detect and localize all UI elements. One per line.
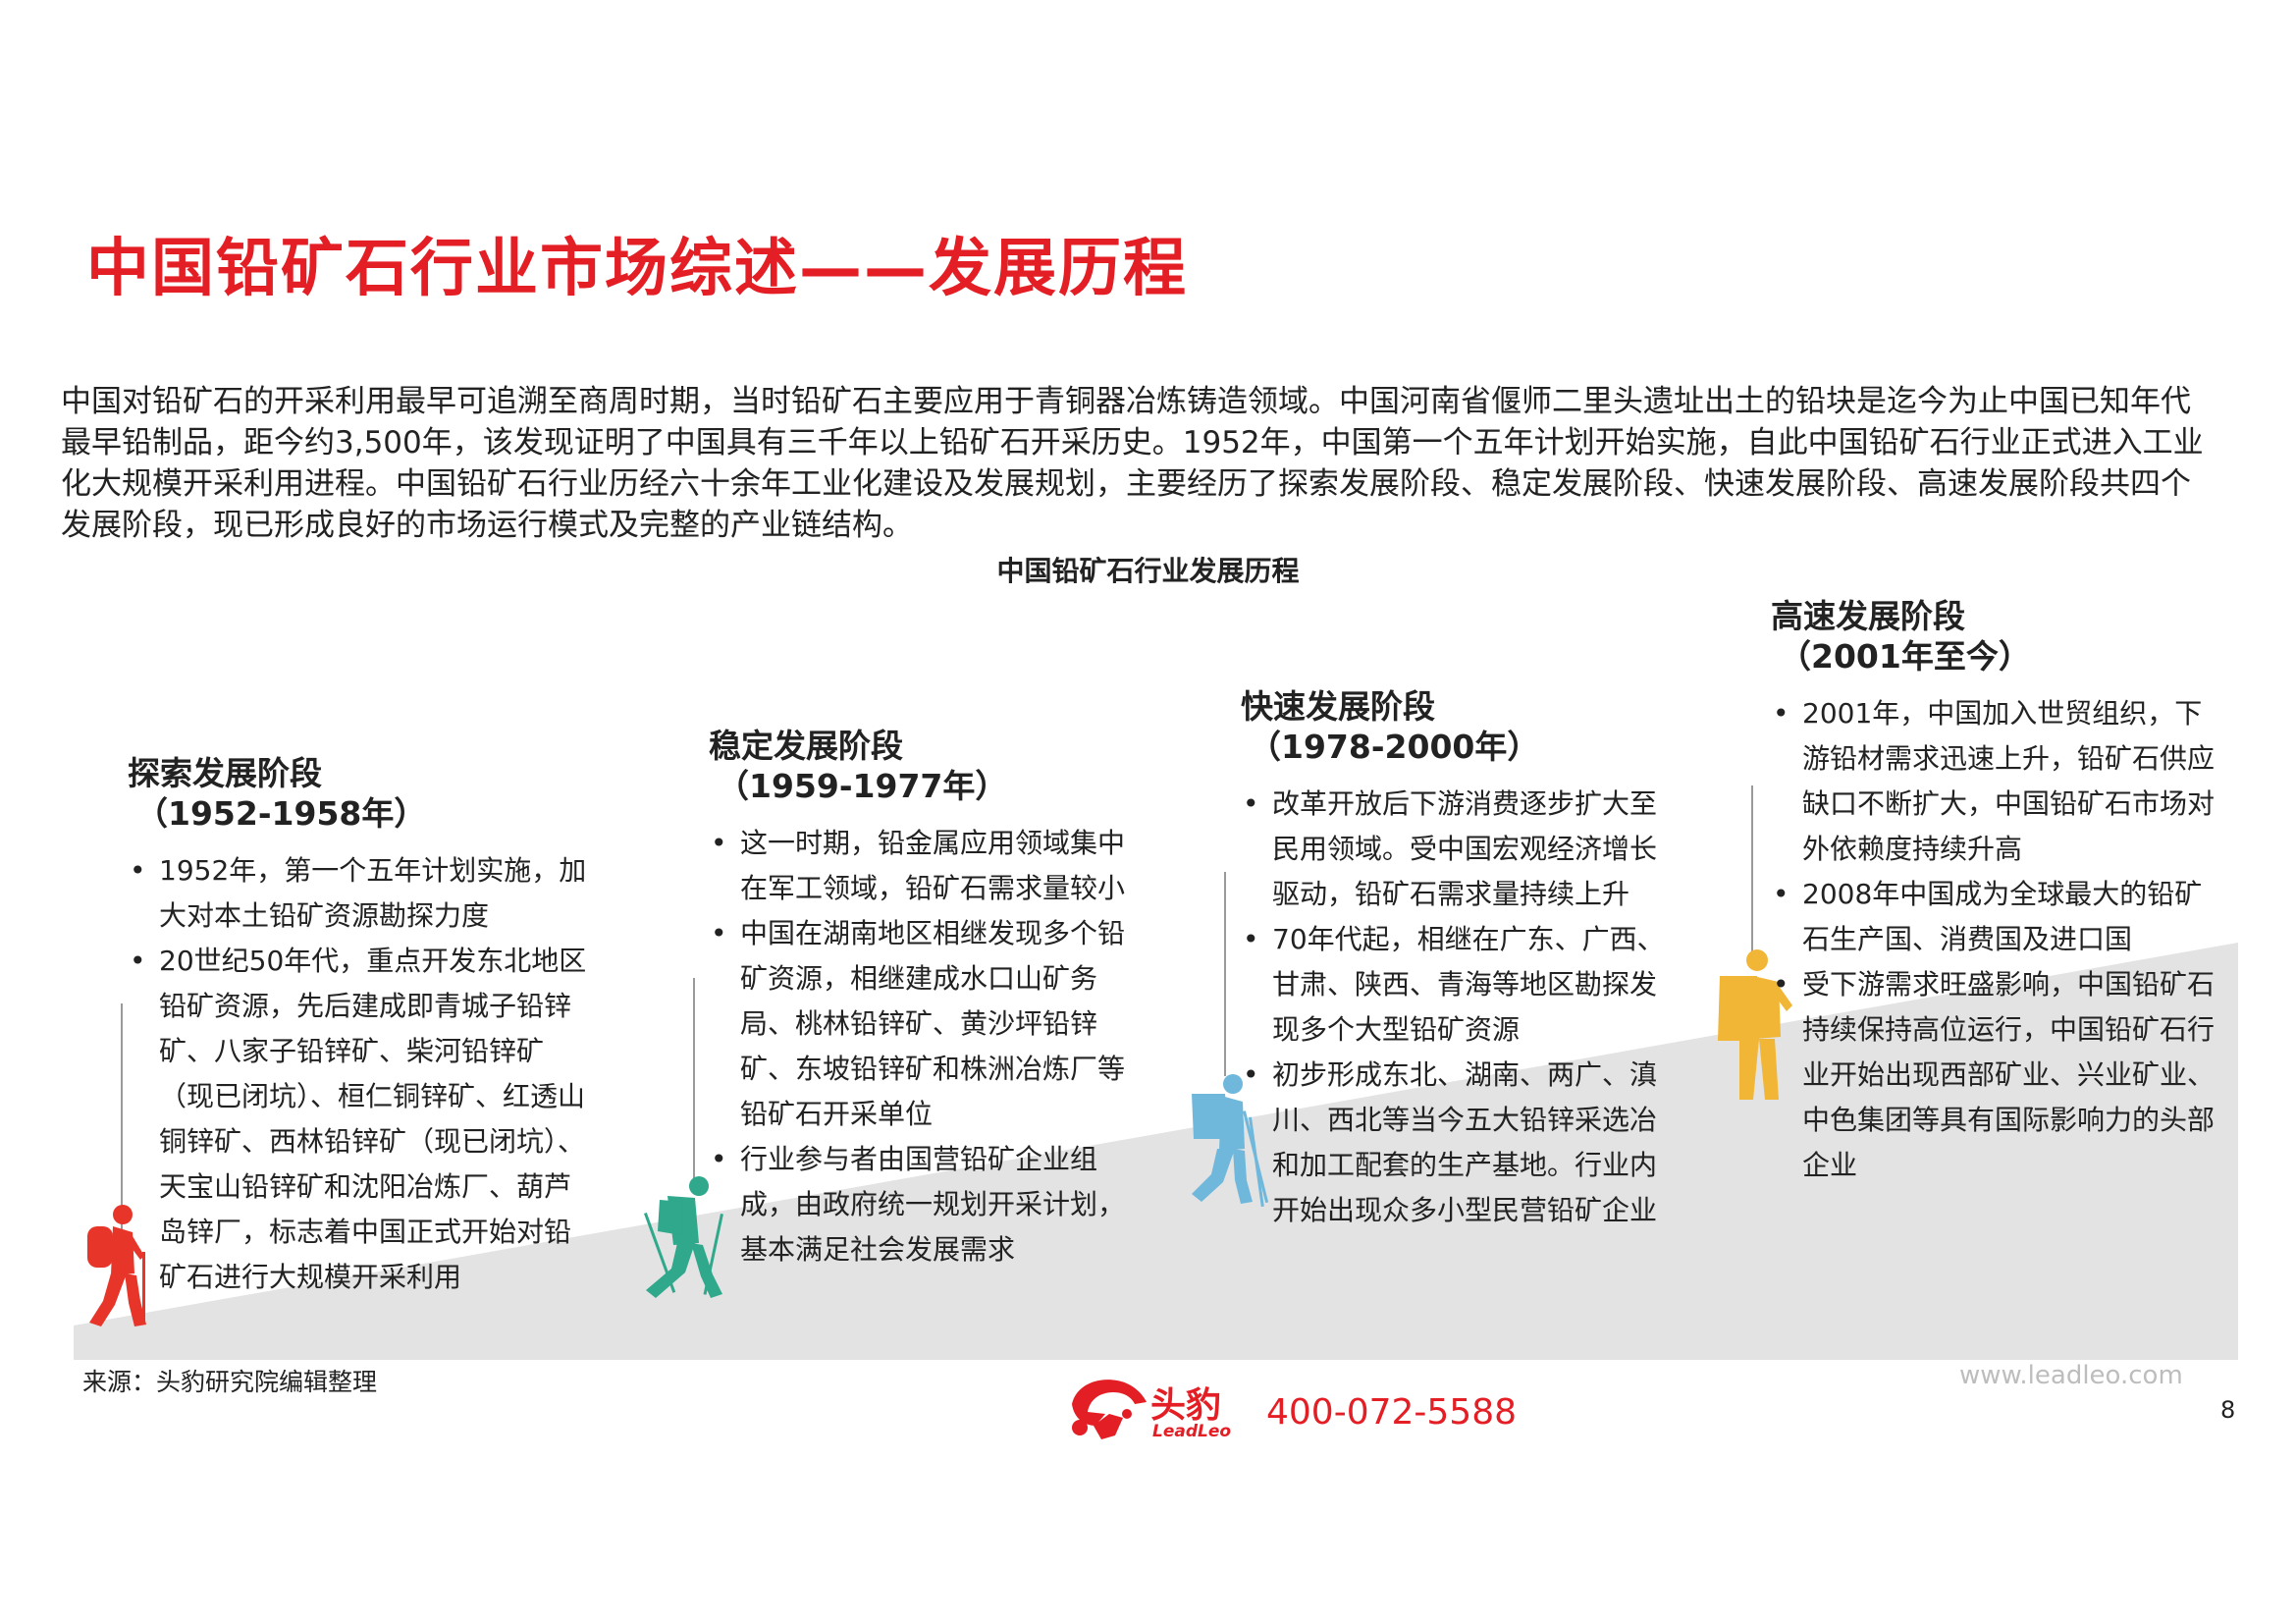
stage-2-bullet: 中国在湖南地区相继发现多个铅矿资源，相继建成水口山矿务局、桃林铅锌矿、黄沙坪铅锌… [709, 911, 1141, 1137]
stage-3-marker-line [1224, 872, 1226, 1076]
stage-1-marker-line [121, 1003, 123, 1234]
stage-3-bullet: 初步形成东北、湖南、两广、滇川、西北等当今五大铅锌采选冶和加工配套的生产基地。行… [1241, 1053, 1682, 1233]
page-number: 8 [2220, 1396, 2236, 1424]
stage-3-bullet: 70年代起，相继在广东、广西、甘肃、陕西、青海等地区勘探发现多个大型铅矿资源 [1241, 917, 1682, 1053]
logo-subtext: LeadLeo [1152, 1422, 1232, 1441]
stage-4-marker-line [1751, 785, 1753, 952]
stage-3: 快速发展阶段 （1978-2000年） 改革开放后下游消费逐步扩大至民用领域。受… [1241, 687, 1682, 1233]
stage-4-name: 高速发展阶段 [1771, 597, 1965, 635]
stage-4-bullet: 受下游需求旺盛影响，中国铅矿石持续保持高位运行，中国铅矿石行业开始出现西部矿业、… [1771, 962, 2222, 1188]
stage-2-bullet: 这一时期，铅金属应用领域集中在军工领域，铅矿石需求量较小 [709, 821, 1141, 911]
stage-3-bullet: 改革开放后下游消费逐步扩大至民用领域。受中国宏观经济增长驱动，铅矿石需求量持续上… [1241, 782, 1682, 917]
stage-2-bullet: 行业参与者由国营铅矿企业组成，由政府统一规划开采计划，基本满足社会发展需求 [709, 1137, 1141, 1272]
stage-2-years: （1959-1977年） [717, 767, 1008, 805]
stage-1-years: （1952-1958年） [135, 794, 427, 833]
stage-2: 稳定发展阶段 （1959-1977年） 这一时期，铅金属应用领域集中在军工领域，… [709, 727, 1141, 1272]
stage-1: 探索发展阶段 （1952-1958年） 1952年，第一个五年计划实施，加大对本… [128, 754, 589, 1300]
source-note: 来源：头豹研究院编辑整理 [82, 1368, 378, 1396]
stage-4-bullets: 2001年，中国加入世贸组织，下游铅材需求迅速上升，铅矿石供应缺口不断扩大，中国… [1771, 691, 2222, 1188]
stage-4: 高速发展阶段 （2001年至今） 2001年，中国加入世贸组织，下游铅材需求迅速… [1771, 597, 2222, 1188]
stage-2-name: 稳定发展阶段 [709, 727, 903, 765]
stage-4-bullet: 2001年，中国加入世贸组织，下游铅材需求迅速上升，铅矿石供应缺口不断扩大，中国… [1771, 691, 2222, 872]
leadleo-leopard-icon [1072, 1380, 1147, 1439]
stage-2-marker-line [693, 978, 695, 1182]
stage-3-bullets: 改革开放后下游消费逐步扩大至民用领域。受中国宏观经济增长驱动，铅矿石需求量持续上… [1241, 782, 1682, 1233]
stage-3-name: 快速发展阶段 [1241, 687, 1435, 726]
stage-1-bullet: 20世纪50年代，重点开发东北地区铅矿资源，先后建成即青城子铅锌矿、八家子铅锌矿… [128, 939, 589, 1300]
stage-4-bullet: 2008年中国成为全球最大的铅矿石生产国、消费国及进口国 [1771, 872, 2222, 962]
logo-text: 头豹 [1150, 1385, 1222, 1426]
stage-1-bullet: 1952年，第一个五年计划实施，加大对本土铅矿资源勘探力度 [128, 848, 589, 939]
stage-3-years: （1978-2000年） [1249, 728, 1540, 766]
stage-1-name: 探索发展阶段 [128, 754, 322, 792]
phone-number: 400-072-5588 [1266, 1392, 1518, 1433]
stage-1-bullets: 1952年，第一个五年计划实施，加大对本土铅矿资源勘探力度 20世纪50年代，重… [128, 848, 589, 1300]
stage-2-bullets: 这一时期，铅金属应用领域集中在军工领域，铅矿石需求量较小 中国在湖南地区相继发现… [709, 821, 1141, 1272]
stage-4-years: （2001年至今） [1779, 637, 2031, 676]
website-link[interactable]: www.leadleo.com [1959, 1361, 2183, 1390]
